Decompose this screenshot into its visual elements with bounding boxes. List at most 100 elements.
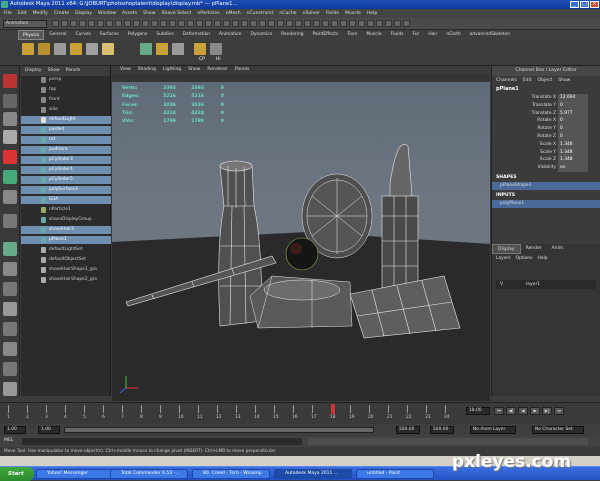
outliner-item[interactable]: side <box>21 106 111 114</box>
attribute-value[interactable]: 0 <box>558 117 588 126</box>
shelf-tool-icon[interactable] <box>22 43 34 55</box>
status-tool-icon[interactable] <box>187 20 194 27</box>
outliner-item[interactable]: shaveHair2 <box>21 226 111 234</box>
current-frame-field[interactable]: 18.00 <box>466 407 490 415</box>
menu-window[interactable]: Window <box>98 9 116 18</box>
outliner-item[interactable]: pCylinder3 <box>21 156 111 164</box>
shape-node[interactable]: pPlaneShape1 <box>492 181 600 190</box>
layer-visibility-toggle[interactable]: V <box>500 280 503 289</box>
status-tool-icon[interactable] <box>277 20 284 27</box>
status-tool-icon[interactable] <box>322 20 329 27</box>
outliner-menu-panels[interactable]: Panels <box>66 66 80 76</box>
status-tool-icon[interactable] <box>367 20 374 27</box>
attribute-value[interactable]: 0 <box>558 125 588 133</box>
anim-layer-dropdown[interactable]: No Anim Layer <box>470 426 516 434</box>
status-tool-icon[interactable] <box>124 20 131 27</box>
status-tool-icon[interactable] <box>169 20 176 27</box>
tab-rendering[interactable]: Rendering <box>277 30 307 40</box>
close-button[interactable]: × <box>590 1 599 8</box>
shelf-tool-icon[interactable] <box>54 43 66 55</box>
channel-attribute[interactable]: Rotate Y0 <box>492 125 600 133</box>
status-tool-icon[interactable] <box>106 20 113 27</box>
tool-icon[interactable] <box>3 170 17 184</box>
perspective-viewport[interactable]: View Shading Lighting Show Renderer Panels Ve… <box>112 66 490 401</box>
maximize-button[interactable]: □ <box>580 1 589 8</box>
menu-nmesh[interactable]: nMesh <box>226 9 241 18</box>
tool-icon[interactable] <box>3 74 17 88</box>
menu-modify[interactable]: Modify <box>33 9 48 18</box>
playback-end-field[interactable]: 500.00 <box>396 426 420 434</box>
layer-row[interactable]: V layer1 <box>496 280 596 289</box>
status-tool-icon[interactable] <box>313 20 320 27</box>
outliner-item[interactable]: pCylinder4 <box>21 166 111 174</box>
playback-button[interactable]: ⏮ <box>494 407 504 415</box>
channel-menu-show[interactable]: Show <box>558 76 570 85</box>
tool-icon[interactable] <box>3 262 17 276</box>
outliner-item[interactable]: polySurface3 <box>21 186 111 194</box>
menu-fields[interactable]: Fields <box>326 9 339 18</box>
tool-icon[interactable] <box>3 302 17 316</box>
channel-attribute[interactable]: Translate Z 5.977 <box>492 109 600 118</box>
shelf-tool-icon[interactable] <box>156 43 168 55</box>
tool-icon[interactable] <box>3 130 17 144</box>
menu-help[interactable]: Help <box>367 9 377 18</box>
tab-muscle[interactable]: Muscle <box>362 30 385 40</box>
tab-advancedskeleton[interactable]: advancedSkeleton <box>466 30 514 40</box>
shelf-tool-icon[interactable] <box>140 43 152 55</box>
tab-surfaces[interactable]: Surfaces <box>96 30 123 40</box>
channel-attribute[interactable]: Rotate Z0 <box>492 132 600 141</box>
menu-show[interactable]: Show <box>143 9 155 18</box>
range-bar[interactable] <box>64 427 374 433</box>
outliner-item[interactable]: defaultLightSet <box>21 246 111 254</box>
layer-menu-options[interactable]: Options <box>516 254 533 263</box>
minimize-button[interactable]: _ <box>570 1 579 8</box>
tab-polygons[interactable]: Polygons <box>124 30 152 40</box>
status-tool-icon[interactable] <box>52 20 59 27</box>
status-tool-icon[interactable] <box>79 20 86 27</box>
status-tool-icon[interactable] <box>241 20 248 27</box>
status-tool-icon[interactable] <box>133 20 140 27</box>
channel-object-name[interactable]: pPlane1 <box>492 85 600 94</box>
taskbar-item[interactable]: Autodesk Maya 2011 ... <box>274 469 352 479</box>
taskbar-item[interactable]: untitled - Paint <box>356 469 434 479</box>
status-tool-icon[interactable] <box>97 20 104 27</box>
attribute-value[interactable]: on <box>558 164 588 172</box>
attribute-value[interactable]: 5.977 <box>558 109 588 118</box>
status-tool-icon[interactable] <box>151 20 158 27</box>
channel-attribute[interactable]: Translate Y0 <box>492 101 600 110</box>
outliner-item[interactable]: pPlane1 <box>21 236 111 244</box>
tool-icon[interactable] <box>3 112 17 126</box>
status-tool-icon[interactable] <box>61 20 68 27</box>
channel-menu-object[interactable]: Object <box>538 76 553 85</box>
outliner-menu-show[interactable]: Show <box>48 66 60 76</box>
outliner-item[interactable]: pudriera <box>21 146 111 154</box>
layer-tab-display[interactable]: Display <box>492 244 521 254</box>
status-tool-icon[interactable] <box>394 20 401 27</box>
time-slider[interactable]: 18.00 ⏮ ◀| ◀ ▶ ▶| ⏭ 1 2 3 4 5 6 7 8 9 10 11 12 13 14 15 16 17… <box>0 402 600 424</box>
status-tool-icon[interactable] <box>304 20 311 27</box>
attribute-value[interactable]: 1.348 <box>558 148 588 157</box>
tab-curves[interactable]: Curves <box>72 30 95 40</box>
layer-tab-render[interactable]: Render <box>521 244 547 254</box>
tool-icon[interactable] <box>3 382 17 396</box>
status-tool-icon[interactable] <box>205 20 212 27</box>
status-tool-icon[interactable] <box>250 20 257 27</box>
tool-icon[interactable] <box>3 322 17 336</box>
current-time-marker[interactable] <box>331 404 335 414</box>
shelf-tool-icon[interactable] <box>102 43 114 55</box>
channel-attribute[interactable]: Visibility on <box>492 164 600 172</box>
status-tool-icon[interactable] <box>223 20 230 27</box>
layer-menu-help[interactable]: Help <box>537 254 547 263</box>
taskbar-item[interactable]: Yahoo! Messenger <box>36 469 114 479</box>
status-tool-icon[interactable] <box>349 20 356 27</box>
outliner-item[interactable]: persp <box>21 76 111 84</box>
status-tool-icon[interactable] <box>268 20 275 27</box>
status-tool-icon[interactable] <box>142 20 149 27</box>
playback-button[interactable]: ◀| <box>506 407 516 415</box>
status-tool-icon[interactable] <box>358 20 365 27</box>
start-button[interactable]: Start <box>0 467 34 481</box>
menu-edit[interactable]: Edit <box>18 9 27 18</box>
outliner-item[interactable]: shaveHairShape2_gro <box>21 276 111 284</box>
playback-start-field[interactable]: 1.00 <box>38 426 60 434</box>
channel-attribute[interactable]: Scale Z 1.348 <box>492 156 600 165</box>
